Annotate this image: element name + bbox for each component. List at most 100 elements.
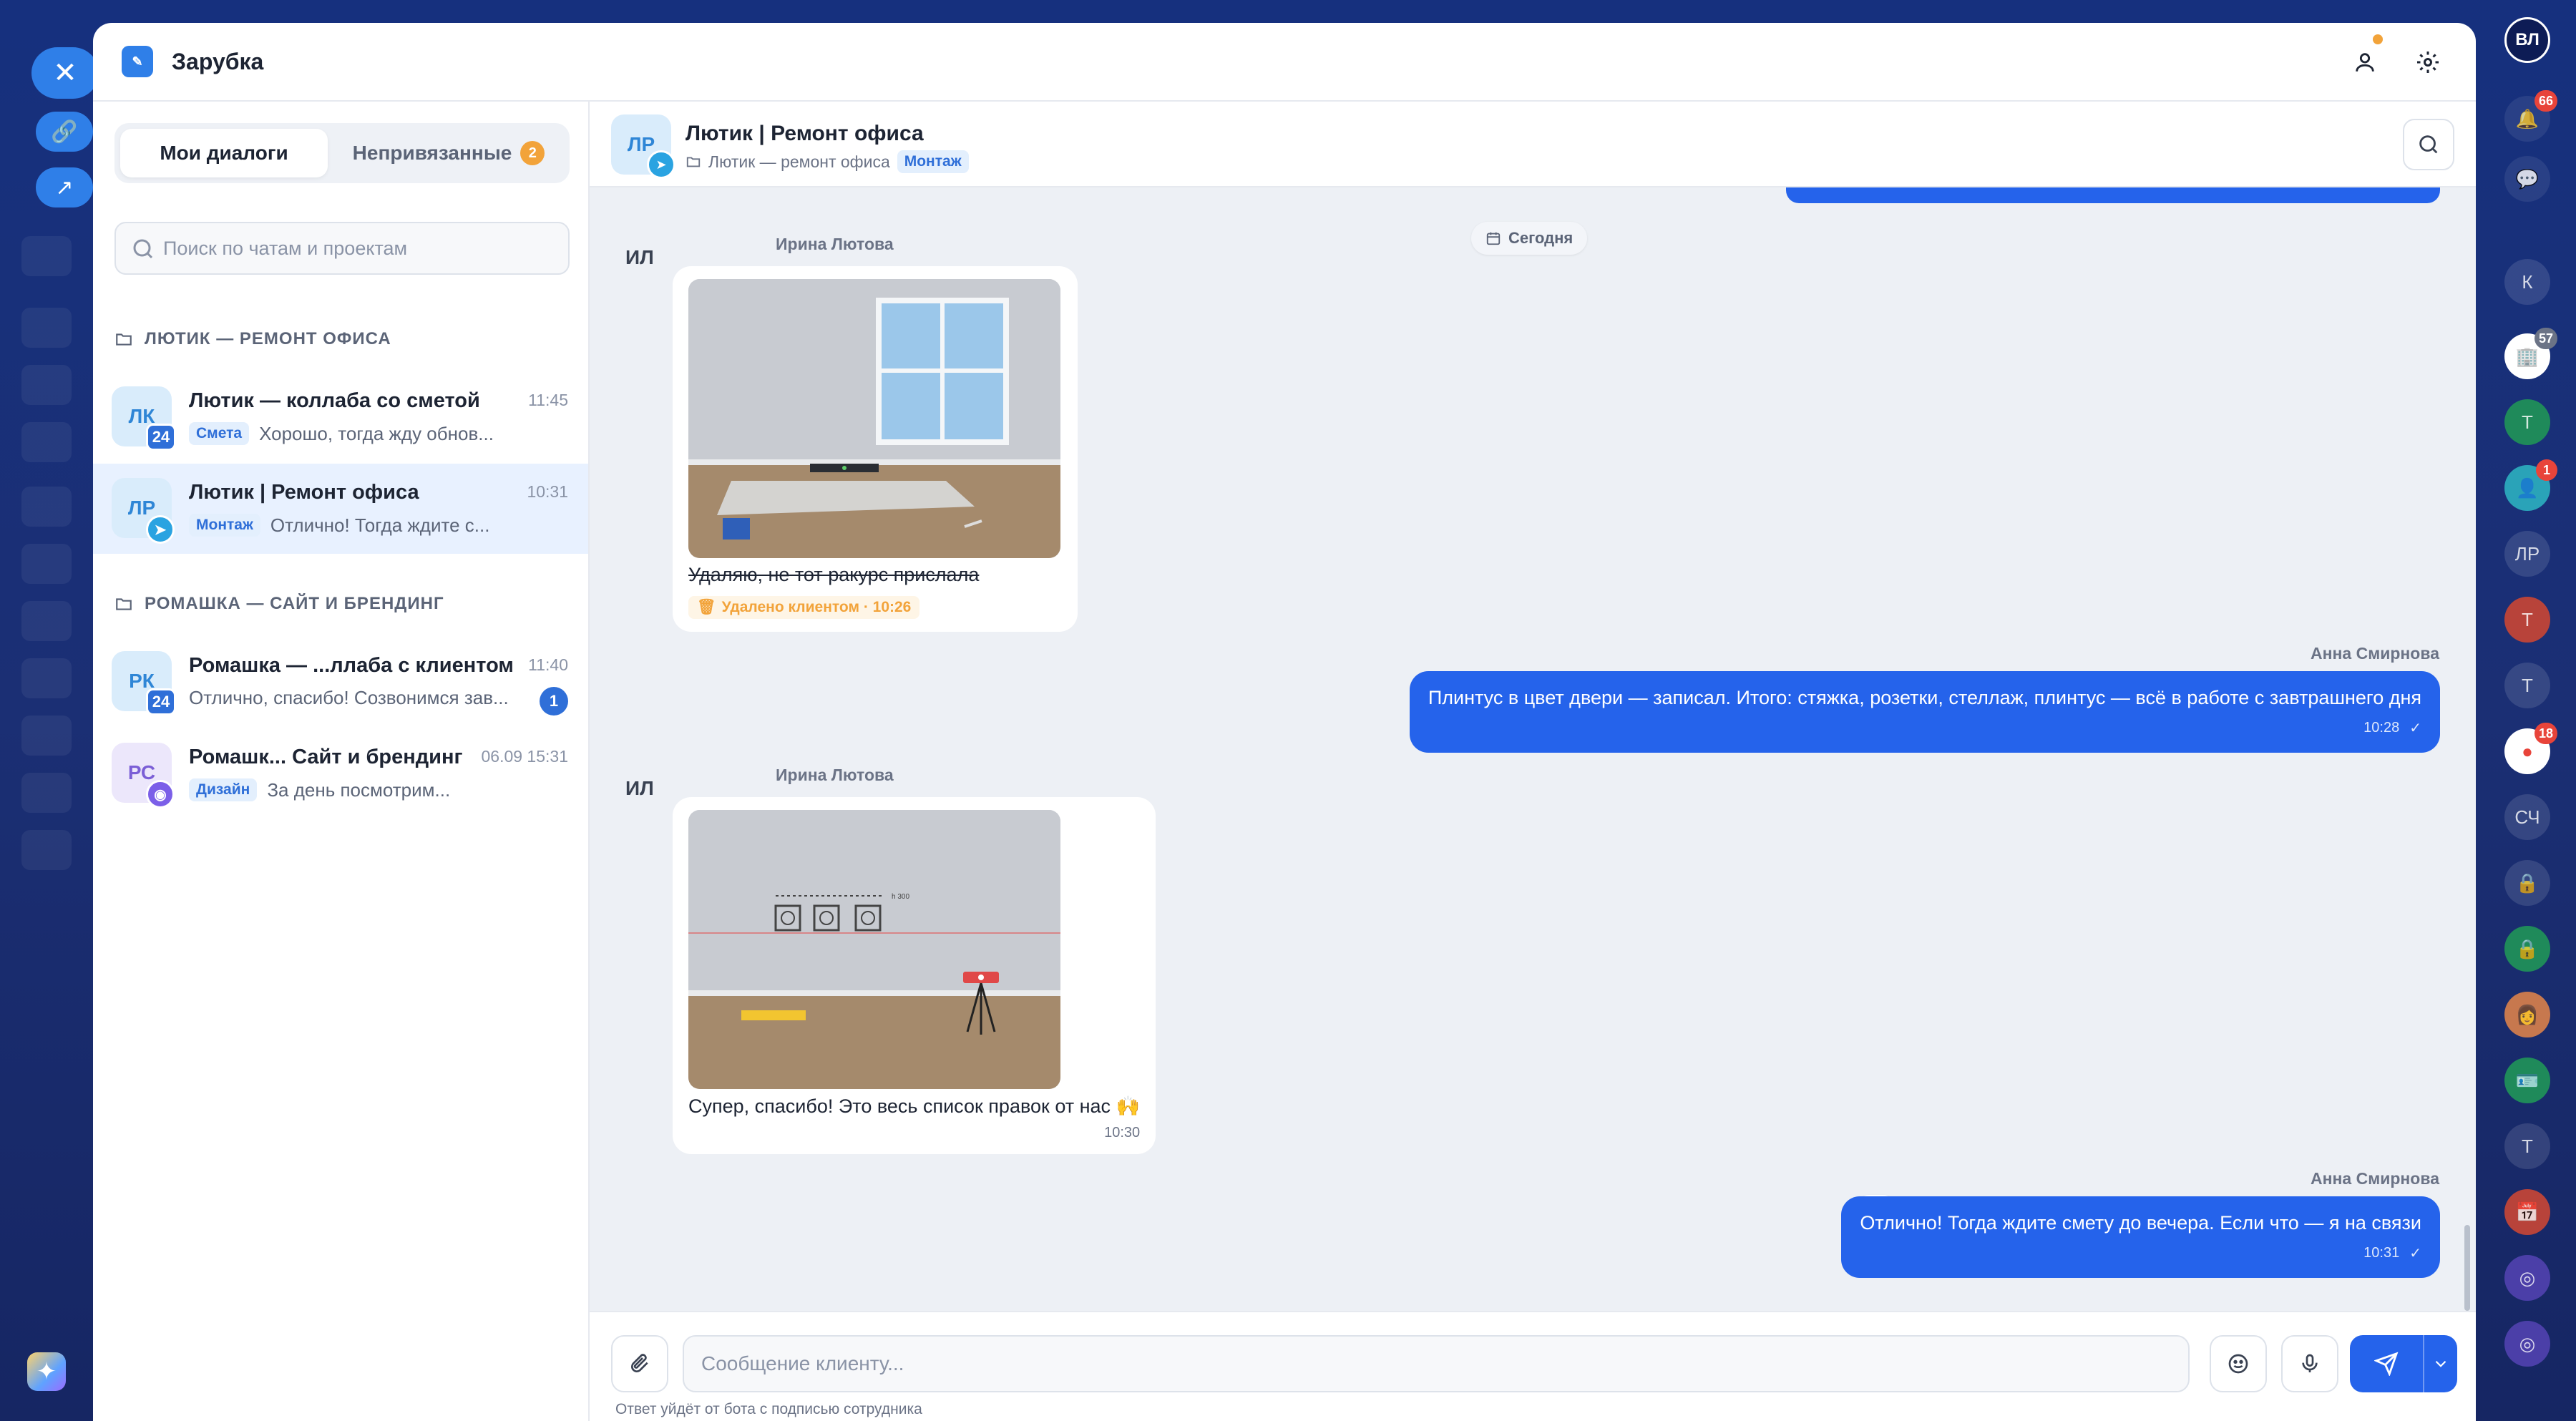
microphone-icon bbox=[2302, 1354, 2318, 1372]
rail-avatar-t4[interactable]: Т bbox=[2504, 1123, 2550, 1169]
message-text: Удаляю, не тот ракурс прислала bbox=[688, 564, 980, 585]
conversation-item-active[interactable]: ЛР ➤ Лютик | Ремонт офиса 10:31 Монтаж От… bbox=[93, 464, 588, 554]
open-external-button[interactable]: ↗ bbox=[36, 167, 93, 207]
chat-tag: Монтаж bbox=[897, 150, 969, 173]
lock-icon[interactable]: 🔒 bbox=[2504, 860, 2550, 906]
conversation-name: Ромашк... Сайт и брендинг bbox=[189, 746, 463, 768]
rail-avatar-t[interactable]: Т bbox=[2504, 399, 2550, 445]
rail-avatar-t3[interactable]: Т bbox=[2504, 663, 2550, 708]
rail-ghost bbox=[21, 658, 72, 698]
conversation-name: Ромашка — ...ллаба с клиентом bbox=[189, 654, 514, 677]
rail-app-spiral-2[interactable]: ◎ bbox=[2504, 1321, 2550, 1367]
date-separator: Сегодня bbox=[1471, 222, 1588, 255]
attached-photo[interactable] bbox=[688, 279, 1060, 558]
conversation-preview: Монтаж Отлично! Тогда ждите с... bbox=[189, 514, 489, 537]
conversation-tag: Смета bbox=[189, 422, 250, 445]
outgoing-message[interactable]: Плинтус в цвет двери — записал. Итого: с… bbox=[1409, 671, 2440, 753]
calendar-icon[interactable]: 📅 bbox=[2504, 1189, 2550, 1235]
message-text: Плинтус в цвет двери — записал. Итого: с… bbox=[1428, 687, 2421, 708]
previous-outgoing-bubble bbox=[1786, 186, 2440, 203]
sender-name: Анна Смирнова bbox=[2311, 1169, 2439, 1188]
paperclip-icon bbox=[631, 1354, 648, 1372]
chat-header: ЛР ➤ Лютик | Ремонт офиса Лютик — ремонт… bbox=[590, 102, 2476, 187]
rail-avatar-photo[interactable]: 👩 bbox=[2504, 992, 2550, 1037]
scrollbar[interactable] bbox=[2464, 1225, 2470, 1311]
rail-avatar-k[interactable]: К bbox=[2504, 259, 2550, 305]
b24-badge: 24 bbox=[146, 424, 176, 451]
conversation-item[interactable]: ЛК 24 Лютик — коллаба со сметой 11:45 См… bbox=[93, 372, 588, 462]
conversation-item[interactable]: РК 24 Ромашка — ...ллаба с клиентом 11:4… bbox=[93, 637, 588, 727]
voice-button[interactable] bbox=[2281, 1335, 2338, 1392]
chat-subtitle: Лютик — ремонт офиса Монтаж bbox=[686, 150, 969, 173]
chat-search-button[interactable] bbox=[2403, 119, 2454, 170]
conversations-sidebar: Мои диалоги Непривязанные2 ЛЮТИК — РЕМОН… bbox=[93, 102, 590, 1421]
rail-app-4[interactable]: 👤 1 bbox=[2504, 459, 2557, 511]
link-button[interactable]: 🔗 bbox=[36, 112, 93, 152]
profile-button[interactable] bbox=[2347, 44, 2383, 80]
message-text: Отлично! Тогда ждите смету до вечера. Ес… bbox=[1860, 1212, 2421, 1234]
search-icon bbox=[133, 239, 153, 259]
status-dot bbox=[2373, 34, 2383, 44]
message-input[interactable] bbox=[683, 1335, 2190, 1392]
chat-icon[interactable]: 💬 bbox=[2504, 156, 2550, 202]
conversation-time: 10:31 bbox=[527, 482, 568, 501]
smile-icon bbox=[2228, 1354, 2248, 1374]
profile-avatar[interactable]: ВЛ bbox=[2504, 17, 2550, 63]
outgoing-message[interactable]: Отлично! Тогда ждите смету до вечера. Ес… bbox=[1841, 1196, 2440, 1278]
unlinked-count-badge: 2 bbox=[520, 141, 545, 165]
sender-avatar: ИЛ bbox=[625, 246, 654, 268]
rail-avatar-lr[interactable]: ЛР bbox=[2504, 531, 2550, 577]
conversation-time: 11:40 bbox=[528, 655, 568, 674]
close-button[interactable]: ✕ bbox=[31, 47, 99, 99]
chat-title: Лютик | Ремонт офиса bbox=[686, 122, 924, 145]
rail-app-10[interactable]: ● 18 bbox=[2504, 723, 2557, 774]
incoming-message[interactable]: h 300 Супер, спасибо! Это весь список пр… bbox=[673, 797, 1156, 1154]
rail-ghost bbox=[21, 544, 72, 584]
telegram-icon: ➤ bbox=[146, 515, 175, 544]
search-input[interactable] bbox=[163, 223, 564, 273]
contact-card-icon[interactable]: 🪪 bbox=[2504, 1058, 2550, 1103]
link-icon: 🔗 bbox=[51, 119, 78, 144]
rail-ghost bbox=[21, 487, 72, 527]
b24-badge: 24 bbox=[146, 688, 176, 716]
app-logo: ✎ bbox=[122, 46, 153, 77]
avatar-icon: 👤 bbox=[2515, 477, 2540, 499]
conversation-preview: Отлично, спасибо! Созвонимся зав... bbox=[189, 687, 509, 708]
lock-icon[interactable]: 🔒 bbox=[2504, 926, 2550, 972]
brand-star-icon[interactable]: ✦ bbox=[27, 1352, 66, 1391]
conversation-time: 11:45 bbox=[528, 391, 568, 409]
send-button[interactable] bbox=[2350, 1335, 2457, 1392]
incoming-message[interactable]: Удаляю, не тот ракурс прислала 🗑 Удалено… bbox=[673, 266, 1078, 632]
rail-avatar-t2[interactable]: Т bbox=[2504, 597, 2550, 643]
rail-ghost bbox=[21, 601, 72, 641]
rail-ghost bbox=[21, 236, 72, 276]
rail-app-spiral[interactable]: ◎ bbox=[2504, 1255, 2550, 1301]
emoji-button[interactable] bbox=[2210, 1335, 2267, 1392]
rail-ghost bbox=[21, 308, 72, 348]
conversation-name: Лютик — коллаба со сметой bbox=[189, 389, 480, 412]
conversation-item[interactable]: РС ◉ Ромашк... Сайт и брендинг 06.09 15:… bbox=[93, 728, 588, 819]
conversation-time: 06.09 15:31 bbox=[481, 747, 568, 766]
calendar-icon bbox=[1486, 232, 1501, 245]
sender-avatar: ИЛ bbox=[625, 777, 654, 799]
bell-icon: 🔔 bbox=[2515, 107, 2540, 130]
tab-unlinked[interactable]: Непривязанные 2 bbox=[333, 129, 564, 177]
app-icon: ● bbox=[2522, 740, 2533, 762]
conversation-preview: Дизайн За день посмотрим... bbox=[189, 778, 450, 801]
folder-icon bbox=[686, 157, 701, 167]
rail-ghost bbox=[21, 422, 72, 462]
composer-hint: Ответ уйдёт от бота с подписью сотрудник… bbox=[615, 1401, 922, 1417]
attached-photo[interactable]: h 300 bbox=[688, 810, 1060, 1089]
left-app-rail bbox=[0, 0, 93, 1421]
gear-icon bbox=[2417, 52, 2439, 73]
project-path: Лютик — ремонт офиса bbox=[708, 152, 890, 171]
settings-button[interactable] bbox=[2410, 44, 2446, 80]
notifications-button[interactable]: 🔔 66 bbox=[2504, 90, 2557, 142]
attach-button[interactable] bbox=[611, 1335, 668, 1392]
folder-icon bbox=[116, 598, 132, 610]
send-options-chevron-down-icon[interactable] bbox=[2424, 1335, 2457, 1392]
tab-my-dialogs[interactable]: Мои диалоги bbox=[120, 129, 328, 177]
rail-avatar-sch[interactable]: СЧ bbox=[2504, 794, 2550, 840]
rail-app-2[interactable]: 🏢 57 bbox=[2504, 328, 2557, 379]
close-icon: ✕ bbox=[53, 57, 77, 89]
